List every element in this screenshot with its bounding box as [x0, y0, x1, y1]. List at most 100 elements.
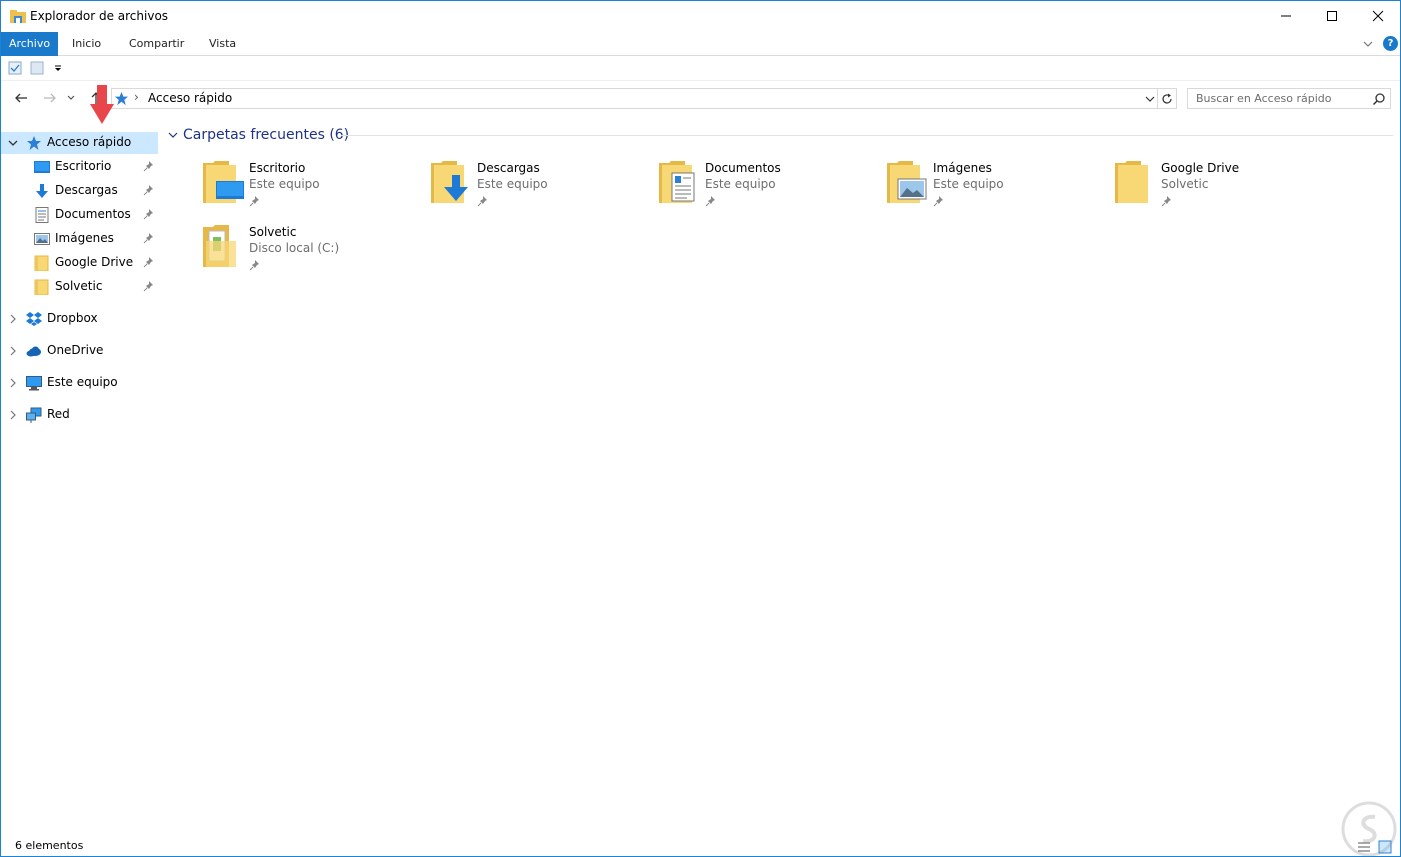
folder-location: Este equipo [477, 177, 548, 191]
forward-button[interactable] [41, 89, 59, 107]
title-bar: Explorador de archivos [1, 1, 1400, 31]
group-divider [341, 135, 1393, 136]
expand-chevron-icon[interactable] [7, 313, 19, 325]
folder-tile-solvetic[interactable]: Solvetic Disco local (C:) [203, 223, 423, 279]
nav-item-imagenes[interactable]: Imágenes [1, 228, 158, 250]
nav-item-label: Acceso rápido [47, 135, 132, 149]
folder-icon [34, 279, 49, 295]
pin-icon[interactable] [705, 195, 717, 207]
minimize-button[interactable] [1263, 1, 1309, 31]
folder-tile-escritorio[interactable]: Escritorio Este equipo [203, 159, 423, 215]
folder-name: Escritorio [249, 161, 306, 175]
nav-item-acceso-rapido[interactable]: Acceso rápido [1, 132, 158, 154]
pin-icon[interactable] [933, 195, 945, 207]
pin-icon[interactable] [249, 195, 261, 207]
computer-icon [26, 376, 42, 391]
collapse-chevron-icon[interactable] [7, 137, 19, 149]
tab-archivo[interactable]: Archivo [1, 32, 58, 56]
maximize-button[interactable] [1309, 1, 1355, 31]
folder-location: Solvetic [1161, 177, 1209, 191]
nav-item-label: Google Drive [55, 255, 134, 269]
nav-item-dropbox[interactable]: Dropbox [1, 308, 158, 330]
expand-chevron-icon[interactable] [7, 345, 19, 357]
back-arrow-icon [15, 93, 27, 103]
status-bar: 6 elementos [1, 837, 1400, 857]
pictures-icon [34, 233, 50, 245]
minimize-icon [1281, 15, 1291, 17]
refresh-button[interactable] [1158, 88, 1177, 109]
breadcrumb-separator: › [134, 90, 139, 104]
nav-item-label: OneDrive [47, 343, 104, 357]
nav-item-onedrive[interactable]: OneDrive [1, 340, 158, 362]
expand-ribbon-chevron-icon[interactable] [1361, 37, 1375, 51]
nav-item-documentos[interactable]: Documentos [1, 204, 158, 226]
recent-locations-button[interactable] [65, 89, 77, 107]
frequent-folders-group-header[interactable]: Carpetas frecuentes (6) [167, 125, 349, 145]
collapse-group-chevron-icon[interactable] [167, 129, 179, 141]
tab-inicio[interactable]: Inicio [62, 32, 111, 56]
folder-name: Solvetic [249, 225, 297, 239]
tab-compartir[interactable]: Compartir [119, 32, 194, 56]
maximize-icon [1327, 11, 1337, 21]
pin-icon[interactable] [143, 256, 155, 268]
expand-chevron-icon[interactable] [7, 377, 19, 389]
pictures-folder-icon [887, 161, 927, 203]
desktop-folder-icon [203, 161, 244, 203]
nav-item-escritorio[interactable]: Escritorio [1, 156, 158, 178]
folder-name: Documentos [705, 161, 781, 175]
nav-item-label: Solvetic [55, 279, 103, 293]
folder-location: Disco local (C:) [249, 241, 340, 255]
expand-chevron-icon[interactable] [7, 409, 19, 421]
desktop-folder-icon [34, 161, 50, 173]
search-icon[interactable] [1372, 92, 1386, 106]
properties-icon[interactable] [8, 61, 22, 75]
help-icon[interactable]: ? [1383, 36, 1398, 51]
documents-folder-icon [659, 161, 695, 203]
folder-icon [1115, 161, 1148, 203]
folder-tile-imagenes[interactable]: Imágenes Este equipo [887, 159, 1107, 215]
nav-item-google-drive[interactable]: Google Drive [1, 252, 158, 274]
folder-with-files-icon [203, 225, 236, 267]
search-box [1187, 88, 1391, 109]
pin-icon[interactable] [477, 195, 489, 207]
address-bar[interactable]: › Acceso rápido [111, 88, 1158, 109]
downloads-icon [36, 184, 48, 198]
nav-item-label: Este equipo [47, 375, 118, 389]
folder-tile-google-drive[interactable]: Google Drive Solvetic [1115, 159, 1335, 215]
pin-icon[interactable] [249, 259, 261, 271]
pin-icon[interactable] [143, 280, 155, 292]
breadcrumb-current[interactable]: Acceso rápido [148, 91, 232, 105]
folder-name: Descargas [477, 161, 540, 175]
nav-item-label: Descargas [55, 183, 118, 197]
address-dropdown-chevron-icon[interactable] [1143, 92, 1157, 106]
pin-icon[interactable] [143, 160, 155, 172]
folder-tile-descargas[interactable]: Descargas Este equipo [431, 159, 651, 215]
nav-item-este-equipo[interactable]: Este equipo [1, 372, 158, 394]
quick-access-toolbar [1, 57, 1400, 81]
nav-item-label: Escritorio [55, 159, 112, 173]
search-input[interactable] [1188, 89, 1368, 108]
nav-item-red[interactable]: Red [1, 404, 158, 426]
folder-location: Este equipo [933, 177, 1004, 191]
annotation-arrow-icon [90, 85, 114, 124]
folder-tile-documentos[interactable]: Documentos Este equipo [659, 159, 879, 215]
tab-vista[interactable]: Vista [199, 32, 246, 56]
folder-name: Imágenes [933, 161, 992, 175]
nav-item-label: Documentos [55, 207, 131, 221]
pin-icon[interactable] [143, 232, 155, 244]
window-title: Explorador de archivos [30, 9, 169, 23]
ribbon-tabs: Archivo Inicio Compartir Vista [1, 32, 1400, 56]
close-button[interactable] [1355, 1, 1401, 31]
customize-toolbar-icon[interactable] [53, 61, 63, 75]
pin-icon[interactable] [143, 184, 155, 196]
pin-icon[interactable] [143, 208, 155, 220]
star-icon [114, 91, 129, 106]
back-button[interactable] [12, 89, 30, 107]
item-count: 6 elementos [15, 839, 84, 852]
new-folder-icon[interactable] [30, 61, 44, 75]
nav-item-solvetic[interactable]: Solvetic [1, 276, 158, 298]
pin-icon[interactable] [1161, 195, 1173, 207]
nav-item-label: Dropbox [47, 311, 98, 325]
nav-item-descargas[interactable]: Descargas [1, 180, 158, 202]
file-explorer-window: Explorador de archivos Archivo Inicio Co… [0, 0, 1401, 857]
